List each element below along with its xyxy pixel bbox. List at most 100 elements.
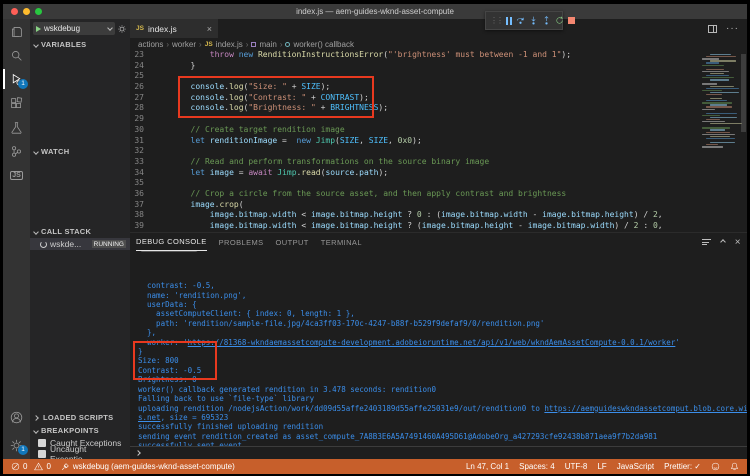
watch-section-header[interactable]: WATCH bbox=[30, 145, 130, 158]
tab-problems[interactable]: PROBLEMS bbox=[219, 238, 264, 247]
indentation[interactable]: Spaces: 4 bbox=[519, 462, 555, 471]
checkbox[interactable] bbox=[38, 439, 46, 447]
code-line[interactable]: 31 let renditionImage = new Jimp(SIZE, S… bbox=[130, 136, 747, 147]
tab-indexjs[interactable]: JS index.js × bbox=[130, 19, 218, 38]
minimap[interactable] bbox=[702, 52, 738, 148]
breadcrumb-main[interactable]: main bbox=[259, 40, 276, 49]
formatter-status[interactable]: Prettier: ✓ bbox=[664, 462, 701, 471]
line-number[interactable]: 25 bbox=[130, 71, 152, 82]
code-line[interactable]: 23 throw new RenditionInstructionsError(… bbox=[130, 50, 747, 61]
console-line: sending event rendition_created as asset… bbox=[138, 432, 747, 441]
code-line[interactable]: 33 // Read and perform transformations o… bbox=[130, 157, 747, 168]
line-number[interactable]: 34 bbox=[130, 168, 152, 179]
line-number[interactable]: 32 bbox=[130, 146, 152, 157]
feedback-smiley-icon[interactable] bbox=[711, 462, 720, 471]
tab-output[interactable]: OUTPUT bbox=[276, 238, 309, 247]
console-line: assetComputeClient: { index: 0, length: … bbox=[138, 309, 747, 318]
close-panel-icon[interactable]: × bbox=[735, 237, 741, 248]
line-number[interactable]: 38 bbox=[130, 210, 152, 221]
line-number[interactable]: 31 bbox=[130, 136, 152, 147]
debug-console-input[interactable] bbox=[130, 446, 747, 459]
breakpoints-section-header[interactable]: BREAKPOINTS bbox=[30, 424, 130, 437]
call-stack-section-header[interactable]: CALL STACK bbox=[30, 225, 130, 238]
debug-target-status[interactable]: wskdebug (aem-guides-wknd-asset-compute) bbox=[61, 462, 235, 471]
breadcrumb-actions[interactable]: actions bbox=[138, 40, 163, 49]
line-number[interactable]: 33 bbox=[130, 157, 152, 168]
problems-status[interactable]: 0 0 bbox=[11, 462, 51, 471]
tab-debug-console[interactable]: DEBUG CONSOLE bbox=[136, 233, 207, 251]
debug-console-output[interactable]: contrast: -0.5, name: 'rendition.png', u… bbox=[130, 251, 747, 446]
source-control-icon[interactable] bbox=[3, 139, 30, 163]
step-over-button[interactable] bbox=[516, 15, 525, 26]
tab-terminal[interactable]: TERMINAL bbox=[321, 238, 362, 247]
line-number[interactable]: 35 bbox=[130, 178, 152, 189]
pause-button[interactable] bbox=[506, 15, 512, 26]
line-number[interactable]: 27 bbox=[130, 93, 152, 104]
console-link[interactable]: https://aemguideswkndassetcomput.blob.co… bbox=[544, 404, 747, 413]
search-icon[interactable] bbox=[3, 43, 30, 67]
breadcrumb-indexjs[interactable]: index.js bbox=[216, 40, 243, 49]
restart-button[interactable] bbox=[555, 15, 564, 26]
encoding[interactable]: UTF-8 bbox=[565, 462, 588, 471]
code-line[interactable]: 36 // Crop a circle from the source asse… bbox=[130, 189, 747, 200]
code-editor[interactable]: 23 throw new RenditionInstructionsError(… bbox=[130, 50, 747, 232]
line-number[interactable]: 37 bbox=[130, 200, 152, 211]
code-line[interactable]: 38 image.bitmap.width < image.bitmap.hei… bbox=[130, 210, 747, 221]
close-tab-icon[interactable]: × bbox=[207, 24, 212, 34]
eol[interactable]: LF bbox=[597, 462, 606, 471]
configure-gear-icon[interactable] bbox=[117, 24, 127, 34]
cursor-position[interactable]: Ln 47, Col 1 bbox=[466, 462, 509, 471]
filter-icon[interactable] bbox=[702, 239, 711, 245]
prompt-chevron-icon bbox=[135, 450, 141, 456]
line-number[interactable]: 29 bbox=[130, 114, 152, 125]
console-link[interactable]: s.net bbox=[138, 413, 161, 422]
console-line: userData: { bbox=[138, 300, 747, 309]
launch-config-select[interactable]: wskdebug bbox=[33, 22, 115, 35]
breadcrumb-worker[interactable]: worker bbox=[172, 40, 196, 49]
code-line[interactable]: 35 bbox=[130, 178, 747, 189]
start-debug-icon[interactable] bbox=[36, 26, 41, 32]
code-line[interactable]: 30 // Create target rendition image bbox=[130, 125, 747, 136]
testing-icon[interactable] bbox=[3, 115, 30, 139]
line-number[interactable]: 23 bbox=[130, 50, 152, 61]
language-mode[interactable]: JavaScript bbox=[617, 462, 654, 471]
variables-section-header[interactable]: VARIABLES bbox=[30, 38, 130, 51]
maximize-panel-icon[interactable] bbox=[720, 239, 726, 245]
js-extension-icon[interactable]: JS bbox=[3, 163, 30, 187]
step-out-button[interactable] bbox=[542, 15, 551, 26]
titlebar[interactable]: index.js — aem-guides-wknd-asset-compute bbox=[3, 4, 747, 19]
line-number[interactable]: 24 bbox=[130, 61, 152, 72]
call-stack-thread-row[interactable]: wskde... RUNNING bbox=[30, 238, 130, 250]
console-link[interactable]: https://81368-wkndaemassetcompute-develo… bbox=[188, 338, 676, 347]
window-title: index.js — aem-guides-wknd-asset-compute bbox=[3, 7, 747, 16]
breadcrumb-callback[interactable]: worker() callback bbox=[293, 40, 353, 49]
checkbox[interactable] bbox=[38, 450, 46, 458]
code-line[interactable]: 39 image.bitmap.width < image.bitmap.hei… bbox=[130, 221, 747, 232]
code-line[interactable]: 37 image.crop( bbox=[130, 200, 747, 211]
loaded-scripts-section-header[interactable]: LOADED SCRIPTS bbox=[30, 411, 130, 424]
editor-scrollbar-thumb[interactable] bbox=[741, 54, 746, 132]
notifications-bell-icon[interactable] bbox=[730, 462, 739, 471]
line-number[interactable]: 30 bbox=[130, 125, 152, 136]
split-editor-icon[interactable] bbox=[708, 25, 717, 33]
line-number[interactable]: 39 bbox=[130, 221, 152, 232]
drag-grip-icon[interactable]: ⋮⋮ bbox=[490, 16, 502, 25]
step-into-button[interactable] bbox=[529, 15, 538, 26]
account-icon[interactable] bbox=[3, 405, 30, 429]
code-line[interactable]: 32 bbox=[130, 146, 747, 157]
run-debug-icon[interactable]: 1 bbox=[3, 67, 30, 91]
extensions-icon[interactable] bbox=[3, 91, 30, 115]
line-number[interactable]: 28 bbox=[130, 103, 152, 114]
code-line[interactable]: 34 let image = await Jimp.read(source.pa… bbox=[130, 168, 747, 179]
stop-button[interactable] bbox=[568, 15, 575, 26]
code-line[interactable]: 24 } bbox=[130, 61, 747, 72]
line-number[interactable]: 26 bbox=[130, 82, 152, 93]
more-actions-icon[interactable]: ··· bbox=[726, 23, 739, 34]
console-line: path: 'rendition/sample-file.jpg/4ca3ff0… bbox=[138, 319, 747, 328]
console-line: Falling back to use `file-type` library bbox=[138, 394, 747, 403]
line-number[interactable]: 36 bbox=[130, 189, 152, 200]
settings-gear-icon[interactable]: 1 bbox=[3, 433, 30, 457]
run-config-bar: wskdebug bbox=[30, 19, 130, 38]
explorer-icon[interactable] bbox=[3, 19, 30, 43]
breakpoint-uncaught-exceptions[interactable]: Uncaught Exceptio... bbox=[30, 448, 130, 459]
